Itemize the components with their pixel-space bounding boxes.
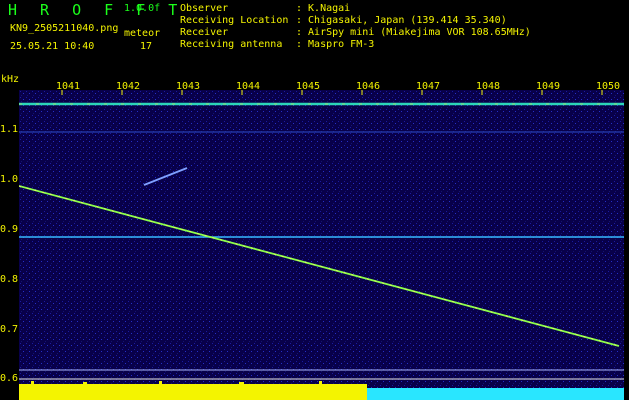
version-label: 1.0.0f	[124, 3, 161, 14]
location-value: : Chigasaki, Japan (139.414 35.340)	[296, 15, 507, 26]
y-tick: 0.7	[0, 324, 19, 335]
mode-label: meteor	[124, 28, 161, 39]
y-tick: 0.8	[0, 274, 19, 285]
intensity-bar-yellow	[19, 384, 367, 400]
observer-value: : K.Nagai	[296, 3, 351, 14]
file-name: KN9_2505211040.png	[10, 23, 119, 34]
y-tick: 0.6	[0, 373, 19, 384]
datetime-label: 25.05.21 10:40	[10, 41, 95, 52]
intensity-bar-cyan	[367, 388, 624, 400]
antenna-label: Receiving antenna	[180, 39, 283, 50]
location-label: Receiving Location	[180, 15, 289, 26]
y-tick: 0.9	[0, 224, 19, 235]
spectrogram	[19, 90, 624, 400]
antenna-value: : Maspro FM-3	[296, 39, 375, 50]
spectrogram-background	[19, 90, 624, 400]
y-tick: 1.0	[0, 174, 19, 185]
y-unit-label: kHz	[1, 74, 20, 85]
y-tick: 1.1	[0, 124, 19, 135]
header: H R O F F T 1.0.0f KN9_2505211040.png me…	[0, 0, 629, 74]
receiver-label: Receiver	[180, 27, 229, 38]
spectrogram-canvas	[19, 90, 624, 400]
observer-label: Observer	[180, 3, 229, 14]
count-label: 17	[140, 41, 153, 52]
receiver-value: : AirSpy mini (Miakejima VOR 108.65MHz)	[296, 27, 531, 38]
